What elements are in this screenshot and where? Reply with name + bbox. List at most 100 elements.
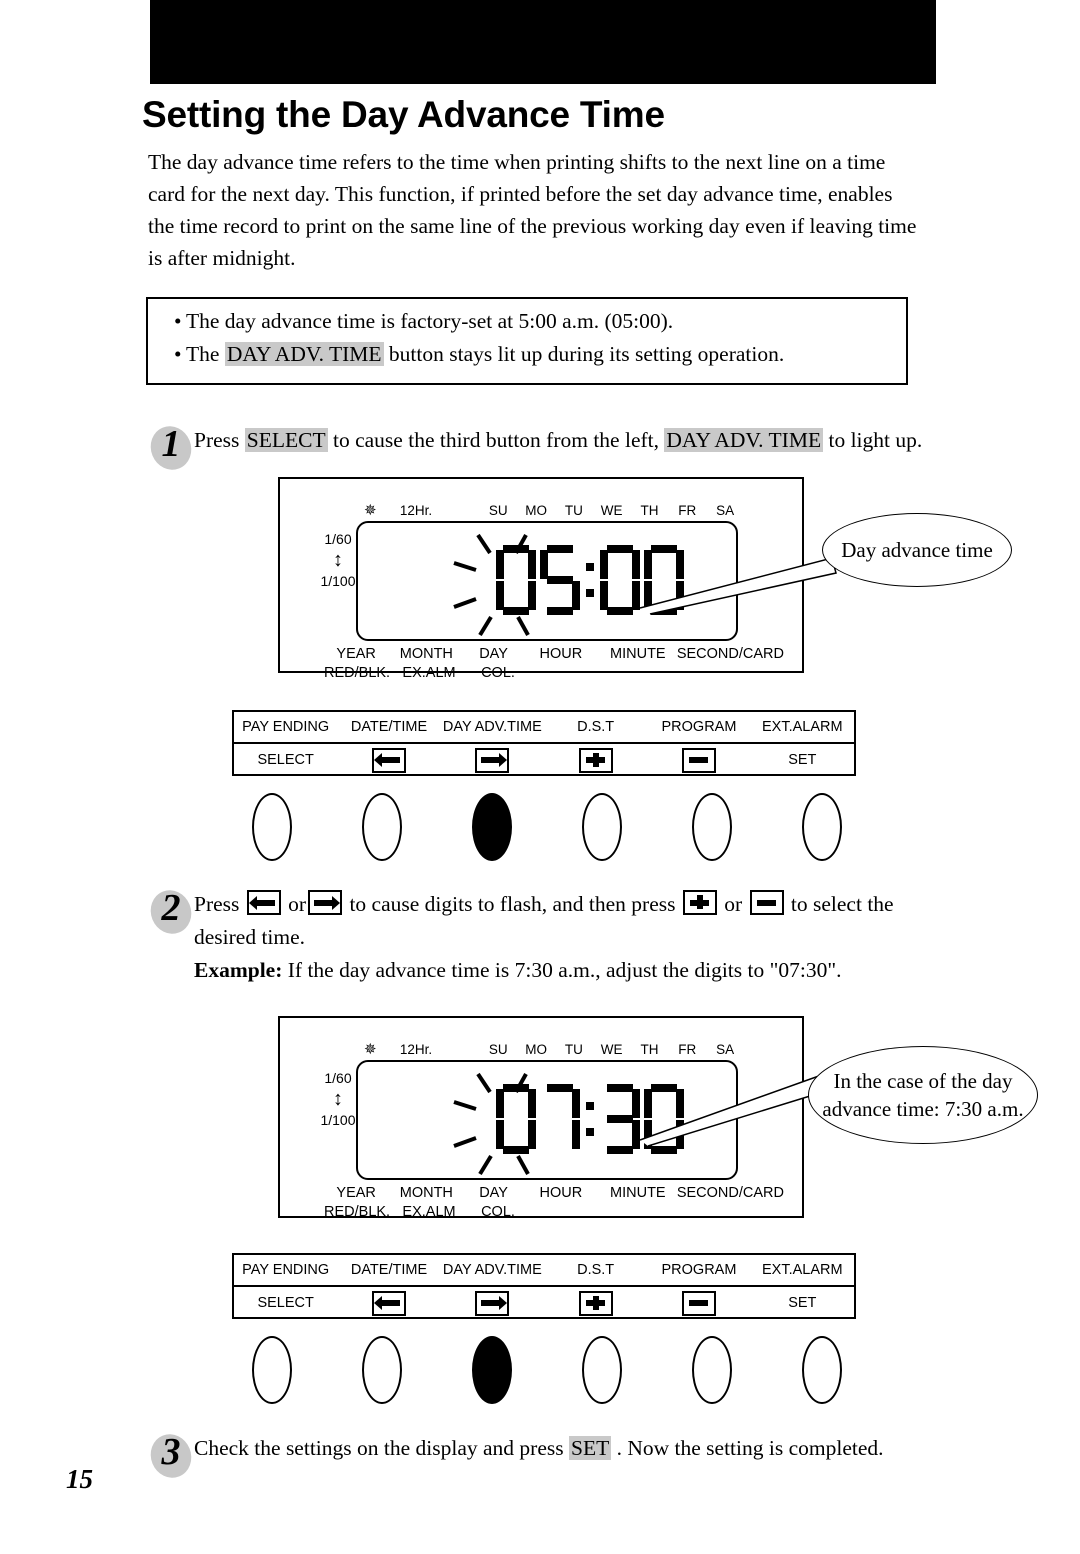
lcd-2-label-col: COL. bbox=[481, 1204, 515, 1220]
physical-button-program[interactable] bbox=[692, 793, 732, 861]
intro-line-4: is after midnight. bbox=[148, 246, 296, 270]
step-2-line-2: desired time. bbox=[194, 925, 306, 949]
physical-button-pay-ending[interactable] bbox=[252, 793, 292, 861]
intro-paragraph: The day advance time refers to the time … bbox=[148, 146, 938, 274]
step-2-t4: or bbox=[718, 892, 748, 916]
gear-icon: ✵ bbox=[364, 502, 377, 519]
lcd-1-colon bbox=[582, 545, 598, 615]
step-1: 1 Press SELECT to cause the third button… bbox=[144, 420, 948, 476]
lcd-1-label-col: COL. bbox=[481, 665, 515, 681]
lcd-2-label-red-blk: RED/BLK. bbox=[324, 1204, 391, 1220]
step-2-number: 2 bbox=[144, 884, 198, 940]
button-panel-1-function-labels: PAY ENDING DATE/TIME DAY ADV.TIME D.S.T … bbox=[234, 712, 854, 744]
lcd-1-day-th: TH bbox=[640, 502, 659, 518]
lcd-1-label-day: DAY bbox=[479, 646, 508, 662]
lcd-1-label-second-card: SECOND/CARD bbox=[676, 646, 784, 662]
step-3-post: . Now the setting is completed. bbox=[611, 1436, 884, 1460]
physical-button-pay-ending[interactable] bbox=[252, 1336, 292, 1404]
key-minus-cell bbox=[647, 1287, 750, 1319]
step-2: 2 Press or to cause digits to flash, and… bbox=[144, 884, 958, 987]
physical-button-program[interactable] bbox=[692, 1336, 732, 1404]
physical-button-dst[interactable] bbox=[582, 793, 622, 861]
lcd-2-bottom-labels: YEAR MONTH DAY HOUR MINUTE SECOND/CARD R… bbox=[324, 1184, 784, 1222]
lcd-2-day-we: WE bbox=[600, 1041, 623, 1057]
callout-1-text: Day advance time bbox=[841, 538, 993, 562]
lcd-1-label-minute: MINUTE bbox=[610, 646, 666, 662]
step-2-t3: to cause digits to flash, and then press bbox=[344, 892, 681, 916]
label-select: SELECT bbox=[257, 1295, 314, 1311]
intro-line-2: card for the next day. This function, if… bbox=[148, 182, 893, 206]
physical-button-day-adv-time[interactable] bbox=[472, 793, 512, 861]
step-2-example-text: If the day advance time is 7:30 a.m., ad… bbox=[282, 958, 842, 982]
lcd-1-day-we: WE bbox=[600, 502, 623, 518]
label-ext-alarm: EXT.ALARM bbox=[762, 719, 843, 735]
note-2-post: button stays lit up during its setting o… bbox=[383, 342, 785, 366]
label-pay-ending: PAY ENDING bbox=[242, 1262, 330, 1278]
note-item-2: • The DAY ADV. TIME button stays lit up d… bbox=[148, 338, 906, 371]
physical-button-ext-alarm[interactable] bbox=[802, 1336, 842, 1404]
callout-2-line-1: In the case of the day bbox=[833, 1069, 1013, 1093]
step-2-example: Example: If the day advance time is 7:30… bbox=[194, 954, 958, 987]
lcd-2-label-month: MONTH bbox=[399, 1185, 453, 1201]
label-select: SELECT bbox=[257, 752, 314, 768]
label-day-adv-time: DAY ADV.TIME bbox=[442, 719, 542, 735]
plus-icon bbox=[682, 890, 717, 915]
physical-button-date-time[interactable] bbox=[362, 1336, 402, 1404]
label-ext-alarm: EXT.ALARM bbox=[762, 1262, 843, 1278]
button-panel-1: PAY ENDING DATE/TIME DAY ADV.TIME D.S.T … bbox=[232, 710, 856, 776]
minus-icon bbox=[681, 747, 716, 773]
physical-button-dst[interactable] bbox=[582, 1336, 622, 1404]
plus-icon bbox=[578, 747, 613, 773]
lcd-1-label-month: MONTH bbox=[399, 646, 453, 662]
gear-icon: ✵ bbox=[364, 1041, 377, 1058]
key-minus-cell bbox=[647, 744, 750, 776]
lcd-1-digit-1 bbox=[540, 545, 580, 615]
physical-buttons-2 bbox=[252, 1336, 842, 1404]
lcd-1-top-indicators: ✵ 12Hr. SU MO TU WE TH FR SA bbox=[364, 501, 744, 519]
step-1-pre: Press bbox=[194, 428, 245, 452]
lcd-1-label-hour: HOUR bbox=[539, 646, 583, 662]
arrow-left-icon bbox=[371, 747, 406, 773]
callout-2-text: In the case of the day advance time: 7:3… bbox=[822, 1067, 1023, 1123]
step-3-pre: Check the settings on the display and pr… bbox=[194, 1436, 569, 1460]
button-panel-2-action-labels: SELECT SET bbox=[234, 1287, 854, 1319]
lcd-2-digit-2 bbox=[600, 1084, 640, 1154]
label-date-time: DATE/TIME bbox=[350, 719, 428, 735]
physical-button-ext-alarm[interactable] bbox=[802, 793, 842, 861]
physical-buttons-1 bbox=[252, 793, 842, 861]
lcd-2-label-day: DAY bbox=[479, 1185, 508, 1201]
lcd-2-label-year: YEAR bbox=[336, 1185, 376, 1201]
lcd-1-day-sa: SA bbox=[716, 502, 735, 518]
key-plus-cell bbox=[544, 744, 647, 776]
label-dst: D.S.T bbox=[577, 719, 615, 735]
note-2-key-day-adv-time: DAY ADV. TIME bbox=[224, 342, 384, 366]
button-panel-2-function-labels: PAY ENDING DATE/TIME DAY ADV.TIME D.S.T … bbox=[234, 1255, 854, 1287]
page-title: Setting the Day Advance Time bbox=[142, 94, 665, 135]
step-3: 3 Check the settings on the display and … bbox=[144, 1428, 958, 1484]
step-2-t1: Press bbox=[194, 892, 245, 916]
lcd-2-digit-0 bbox=[496, 1084, 536, 1154]
arrow-left-icon bbox=[371, 1290, 406, 1316]
step-number-digit: 2 bbox=[161, 887, 181, 929]
arrow-left-icon bbox=[246, 890, 281, 915]
button-panel-2: PAY ENDING DATE/TIME DAY ADV.TIME D.S.T … bbox=[232, 1253, 856, 1319]
callout-bubble-2: In the case of the day advance time: 7:3… bbox=[808, 1046, 1038, 1144]
lcd-1-day-mo: MO bbox=[525, 502, 547, 518]
intro-line-1: The day advance time refers to the time … bbox=[148, 150, 886, 174]
lcd-1-day-fr: FR bbox=[678, 502, 697, 518]
note-2-pre: The bbox=[186, 342, 225, 366]
lcd-2-day-mo: MO bbox=[525, 1041, 547, 1057]
key-plus-cell bbox=[544, 1287, 647, 1319]
header-black-bar bbox=[150, 0, 936, 84]
physical-button-date-time[interactable] bbox=[362, 793, 402, 861]
key-arrow-right-cell bbox=[441, 1287, 544, 1319]
step-2-example-label: Example: bbox=[194, 958, 283, 982]
lcd-2-day-su: SU bbox=[488, 1041, 508, 1057]
label-set: SET bbox=[788, 752, 817, 768]
lcd-2-colon bbox=[582, 1084, 598, 1154]
intro-line-3: the time record to print on the same lin… bbox=[148, 214, 917, 238]
lcd-2-bottom-row-1: YEAR MONTH DAY HOUR MINUTE SECOND/CARD bbox=[324, 1184, 784, 1203]
label-dst: D.S.T bbox=[577, 1262, 615, 1278]
physical-button-day-adv-time[interactable] bbox=[472, 1336, 512, 1404]
lcd-2-day-th: TH bbox=[640, 1041, 659, 1057]
